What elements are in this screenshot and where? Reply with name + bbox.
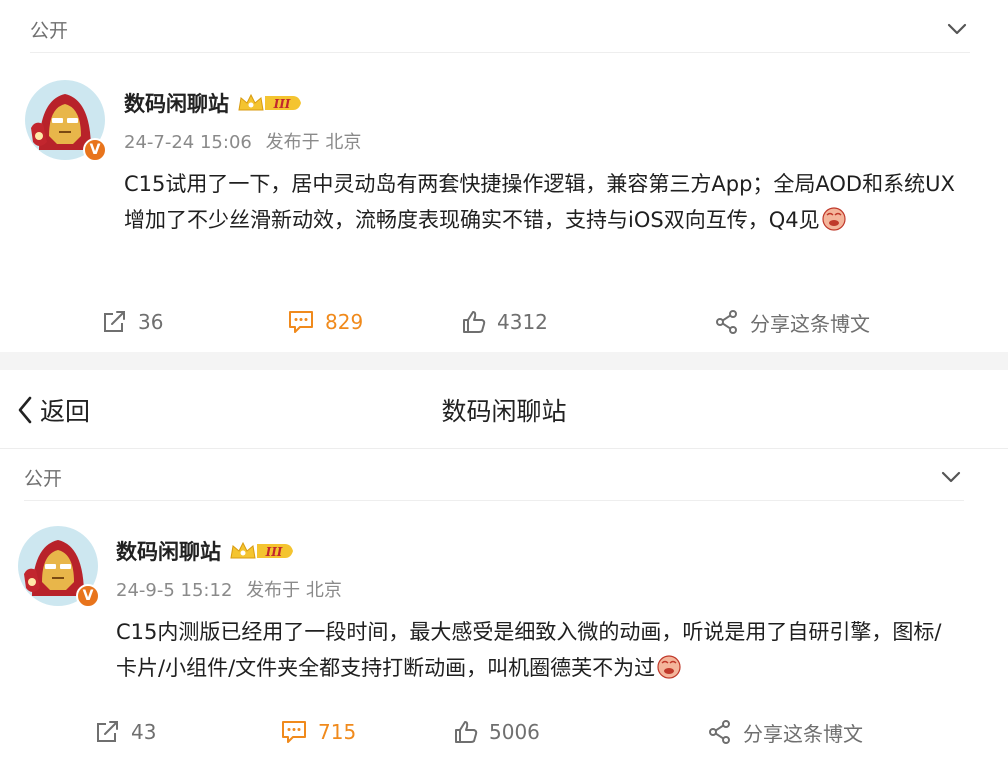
like-button[interactable]: 5006 xyxy=(453,719,540,745)
emoji-face-icon xyxy=(821,207,846,231)
post-text: C15试用了一下，居中灵动岛有两套快捷操作逻辑，兼容第三方App；全局AOD和系… xyxy=(124,166,970,238)
comment-count: 829 xyxy=(325,310,364,334)
post-card-2: 公开 V 数码闲聊站 III 24-9-5 15:12 发布于 北京 C15内测… xyxy=(0,450,1008,775)
like-count: 4312 xyxy=(497,310,548,334)
post-text: C15内测版已经用了一段时间，最大感受是细致入微的动画，听说是用了自研引擎，图标… xyxy=(116,614,946,686)
post-card-1: 公开 V 数码闲聊站 III 24-7-24 15:06 发布于 北京 C15试… xyxy=(0,0,1008,352)
member-level: III xyxy=(265,545,283,559)
chevron-down-icon[interactable] xyxy=(938,464,964,490)
repost-icon xyxy=(97,721,118,742)
verified-v-icon: V xyxy=(76,584,100,608)
location: 发布于 北京 xyxy=(265,132,362,153)
like-count: 5006 xyxy=(489,720,540,744)
timestamp: 24-9-5 15:12 xyxy=(116,580,233,601)
repost-button[interactable]: 36 xyxy=(102,309,163,335)
visibility-label: 公开 xyxy=(24,467,63,490)
back-label: 返回 xyxy=(40,397,91,426)
member-badge[interactable]: III xyxy=(237,92,303,114)
back-button[interactable]: 返回 xyxy=(16,392,90,428)
post-body: C15内测版已经用了一段时间，最大感受是细致入微的动画，听说是用了自研引擎，图标… xyxy=(116,620,942,680)
timestamp: 24-7-24 15:06 xyxy=(124,132,252,153)
chevron-left-icon xyxy=(18,396,32,424)
page-title: 数码闲聊站 xyxy=(441,397,567,426)
share-icon xyxy=(716,310,737,334)
comment-button[interactable]: 829 xyxy=(287,309,363,335)
top-nav-bar: 数码闲聊站 返回 xyxy=(0,370,1008,449)
emoji-face-icon xyxy=(657,655,681,679)
visibility-row[interactable]: 公开 xyxy=(30,6,970,53)
visibility-label: 公开 xyxy=(30,19,69,42)
visibility-row[interactable]: 公开 xyxy=(24,454,964,501)
verified-v-icon: V xyxy=(83,138,107,162)
post-meta: 24-7-24 15:06 发布于 北京 xyxy=(124,128,361,154)
comment-icon xyxy=(282,721,306,743)
member-badge[interactable]: III xyxy=(229,540,295,562)
share-icon xyxy=(709,720,730,744)
location: 发布于 北京 xyxy=(246,580,342,601)
screenshot-divider xyxy=(0,352,1008,370)
thumbs-up-icon xyxy=(455,721,478,743)
share-label: 分享这条博文 xyxy=(750,311,870,336)
avatar[interactable]: V xyxy=(25,80,107,162)
author-name[interactable]: 数码闲聊站 xyxy=(124,88,229,118)
crown-icon: III xyxy=(230,541,293,559)
comment-button[interactable]: 715 xyxy=(280,719,356,745)
share-button[interactable]: 分享这条博文 xyxy=(714,308,870,337)
avatar[interactable]: V xyxy=(18,526,100,608)
comment-count: 715 xyxy=(318,720,357,744)
share-label: 分享这条博文 xyxy=(743,721,863,746)
action-bar: 36 829 4312 分享这条博文 xyxy=(0,302,1008,342)
crown-icon: III xyxy=(238,93,301,111)
post-meta: 24-9-5 15:12 发布于 北京 xyxy=(116,576,342,602)
chevron-down-icon[interactable] xyxy=(944,16,970,42)
repost-count: 36 xyxy=(138,310,164,334)
repost-button[interactable]: 43 xyxy=(95,719,156,745)
member-level: III xyxy=(273,97,291,111)
thumbs-up-icon xyxy=(463,311,486,333)
share-button[interactable]: 分享这条博文 xyxy=(707,718,863,747)
comment-icon xyxy=(289,311,313,333)
author-name[interactable]: 数码闲聊站 xyxy=(116,536,221,566)
action-bar: 43 715 5006 分享这条博文 xyxy=(0,712,1008,752)
repost-count: 43 xyxy=(131,720,157,744)
like-button[interactable]: 4312 xyxy=(461,309,548,335)
repost-icon xyxy=(104,311,125,332)
